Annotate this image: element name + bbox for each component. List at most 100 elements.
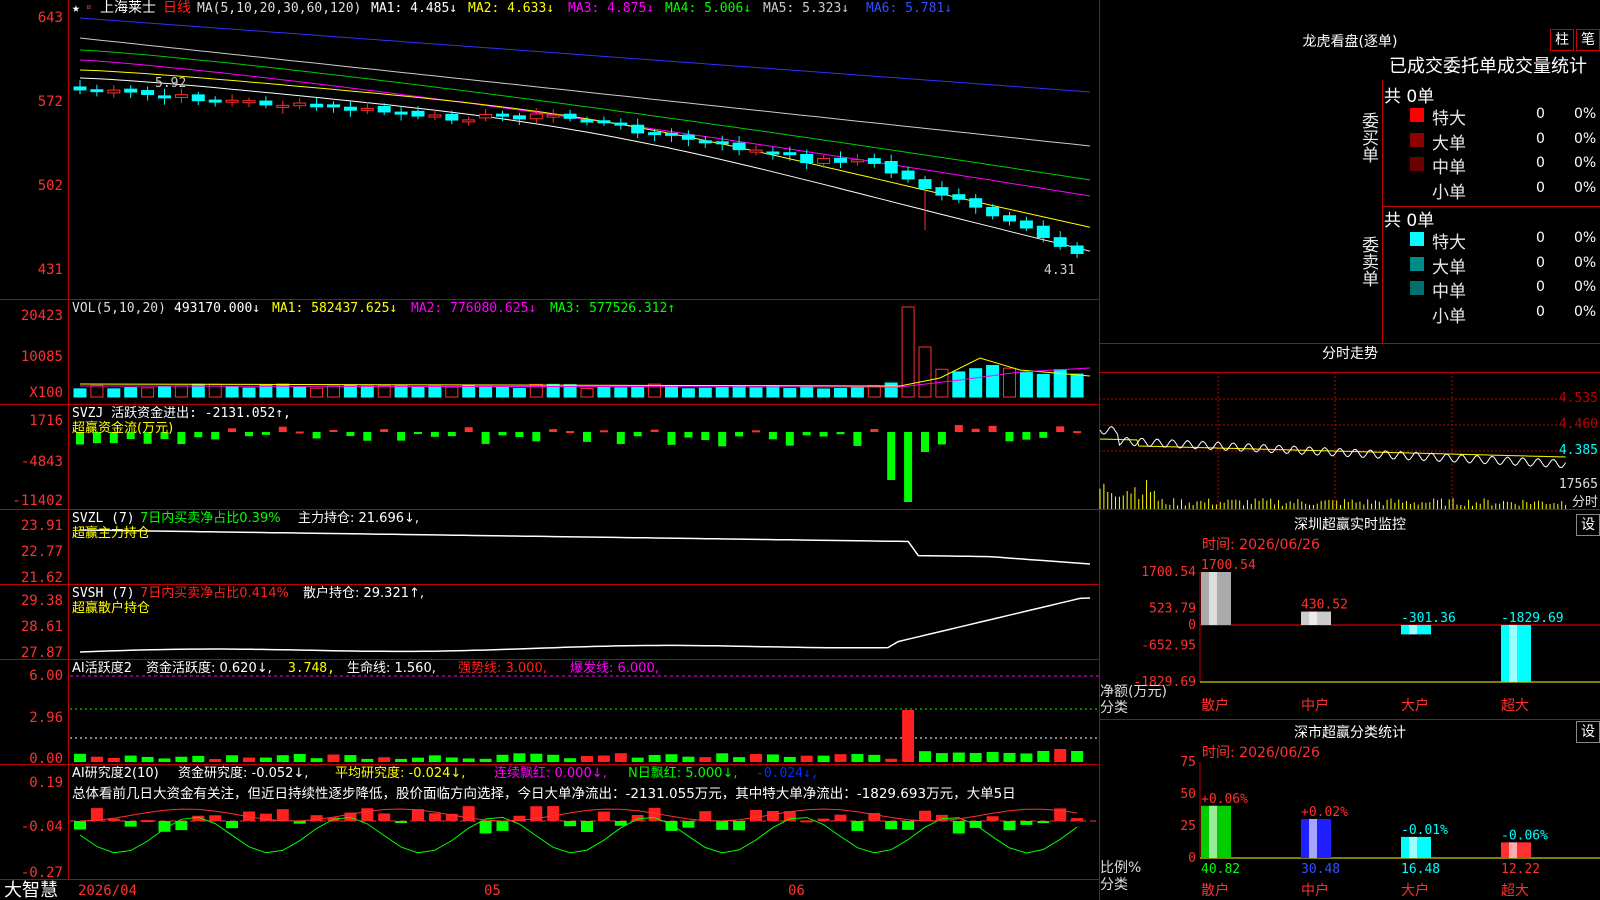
period-label[interactable]: 日线: [163, 0, 191, 16]
order-size-name: 小单: [1432, 182, 1466, 203]
fund-flow-bar: [380, 429, 389, 432]
retail-holding-line: [79, 597, 1091, 653]
ai-active-v1: 资金活跃度: 0.620↓,: [146, 660, 272, 676]
volume-bar: [614, 387, 628, 398]
volume-bar: [749, 387, 763, 398]
volume-bar: [445, 386, 459, 398]
intraday-axis-label: 4.385: [1559, 443, 1598, 458]
volume-bar: [479, 385, 493, 398]
activity-bar: [783, 756, 796, 762]
svzl-axis-label: 23.91: [21, 518, 63, 534]
activity-bar: [597, 755, 610, 762]
candlestick: [90, 89, 104, 93]
research-bar: [226, 821, 239, 829]
activity-bar: [496, 754, 509, 762]
fund-flow-bar: [177, 432, 186, 445]
volume-bar: [783, 388, 797, 398]
candlestick: [428, 114, 442, 118]
activity-bar: [530, 753, 543, 762]
activity-bar: [226, 755, 239, 762]
candlestick: [631, 124, 645, 134]
order-size-name: 小单: [1432, 306, 1466, 327]
candlestick: [141, 90, 155, 95]
svsh-hold: 散户持仓: 29.321↑,: [303, 585, 424, 601]
bar-mode-button[interactable]: 柱: [1550, 29, 1574, 51]
volume-bar: [1036, 373, 1050, 398]
tick-mode-button[interactable]: 笔: [1576, 29, 1600, 51]
intraday-vol-label: 17565: [1559, 477, 1598, 492]
settings-icon[interactable]: ¤: [86, 3, 91, 13]
vol-unit-label[interactable]: X100: [29, 385, 63, 401]
star-icon[interactable]: ★: [72, 1, 80, 16]
volume-bar: [884, 382, 898, 398]
activity-bar: [412, 757, 424, 762]
candlestick: [698, 140, 712, 144]
activity-bar: [141, 756, 154, 762]
candlestick: [1053, 237, 1067, 247]
fund-flow-bar: [211, 432, 220, 440]
monitor-title: 深圳超赢实时监控: [1294, 516, 1406, 533]
activity-bar: [124, 755, 137, 762]
order-stat-row: 中单 0 0%: [1384, 277, 1600, 302]
order-stat-row: 大单 0 0%: [1384, 253, 1600, 278]
activity-bar: [699, 757, 712, 762]
candlestick: [681, 134, 695, 140]
candlestick: [901, 170, 915, 180]
order-count: 0: [1536, 279, 1545, 295]
bar-bottom-label: 16.48: [1401, 862, 1440, 877]
fund-flow-bar: [802, 432, 811, 436]
bar-highlight: [1409, 624, 1417, 635]
research-bar: [902, 821, 915, 830]
activity-bar: [766, 754, 779, 762]
svsh-axis-label: 29.38: [21, 593, 63, 609]
volume-bar: [327, 385, 340, 398]
activity-bar: [158, 758, 171, 762]
ai-research-label: AI研究度2(10): [72, 765, 159, 781]
volume-bar: [580, 388, 594, 398]
research-bar: [597, 811, 610, 821]
monitor-settings-button[interactable]: 设: [1576, 514, 1600, 536]
ai-active-axis-label: 0.00: [29, 751, 63, 767]
volume-bar: [918, 346, 932, 398]
fund-flow-bar: [464, 427, 473, 432]
class-title: 深市超赢分类统计: [1294, 724, 1406, 741]
candlestick: [411, 110, 425, 117]
ma3-value: MA3: 4.875↓: [568, 1, 654, 16]
order-size-name: 中单: [1432, 282, 1466, 302]
order-count: 0: [1536, 106, 1545, 122]
ai-research-axis-label: 0.19: [29, 775, 63, 791]
fund-flow-bar: [245, 432, 253, 437]
activity-bar: [614, 753, 627, 762]
fund-flow-bar: [1005, 432, 1014, 442]
ai-research-summary: 总体看前几日大资金有关注，但近日持续性逐步降低，股价面临方向选择，今日大单净流出…: [72, 785, 1016, 802]
ma5-value: MA5: 5.323↓: [763, 1, 849, 16]
main-holding-line: [79, 529, 1091, 565]
fund-flow-bar: [1056, 426, 1065, 432]
activity-bar: [445, 757, 458, 762]
volume-bar: [428, 385, 442, 398]
order-stat-row: 特大 0 0%: [1384, 228, 1600, 253]
candlestick: [732, 142, 746, 151]
fund-flow-bar: [397, 432, 406, 441]
fund-flow-bar: [515, 432, 524, 438]
bar-bottom-label: 30.48: [1301, 862, 1340, 877]
candlestick: [546, 114, 560, 118]
monitor-time: 时间: 2026/06/26: [1202, 537, 1320, 553]
order-count: 0: [1536, 155, 1545, 171]
class-xlabel: 分类: [1100, 877, 1128, 893]
class-settings-button[interactable]: 设: [1576, 721, 1600, 743]
volume-bar: [225, 386, 239, 398]
volume-bar: [986, 365, 1000, 398]
order-count: 0: [1536, 130, 1545, 147]
color-swatch: [1410, 305, 1424, 320]
order-percent: 0%: [1574, 130, 1597, 147]
fund-flow-bar: [481, 432, 490, 444]
stock-name: 上海莱士: [100, 0, 156, 16]
order-percent: 0%: [1574, 106, 1597, 122]
ai-research-v3: 连续飘红: 0.000↓,: [494, 765, 607, 781]
candlestick: [107, 89, 121, 94]
research-bar: [952, 821, 965, 834]
activity-bar: [1054, 748, 1067, 762]
candlestick: [715, 141, 729, 145]
activity-bar: [344, 755, 357, 762]
